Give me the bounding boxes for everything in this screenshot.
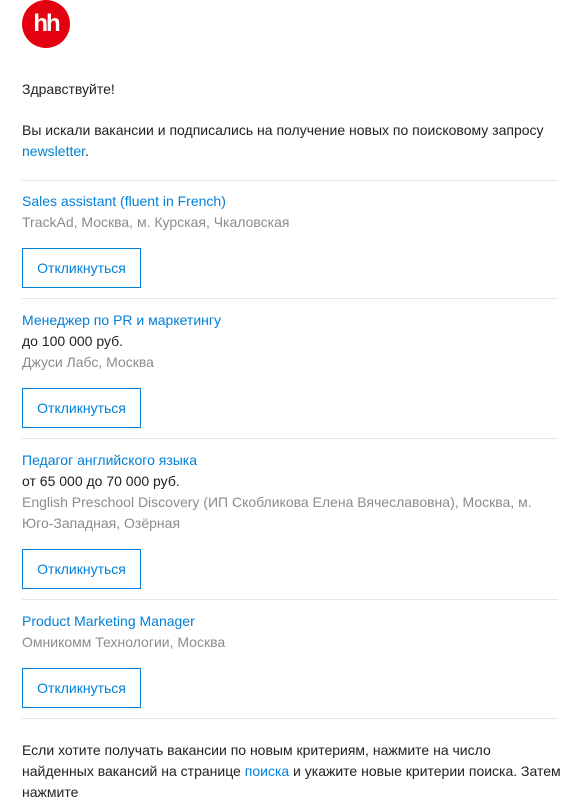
vacancy-salary: до 100 000 руб. [22,333,124,349]
vacancy-company: Джуси Лабс, Москва [22,354,154,370]
vacancy-item: Педагог английского языка от 65 000 до 7… [22,450,558,534]
divider [22,180,558,181]
divider [22,718,558,719]
respond-button[interactable]: Откликнуться [22,668,141,708]
intro-paragraph: Вы искали вакансии и подписались на полу… [22,120,552,162]
hh-logo[interactable]: hh [22,0,70,48]
vacancy-item: Product Marketing Manager Омникомм Техно… [22,611,558,653]
search-query-link[interactable]: newsletter [22,143,85,159]
divider [22,438,558,439]
divider [22,599,558,600]
search-page-link[interactable]: поиска [245,763,289,779]
respond-button[interactable]: Откликнуться [22,388,141,428]
vacancy-item: Менеджер по PR и маркетингу до 100 000 р… [22,310,558,373]
greeting-text: Здравствуйте! [22,81,115,97]
vacancy-company: English Preschool Discovery (ИП Скоблико… [22,494,532,531]
intro-text-end: . [85,143,89,159]
vacancy-title-link[interactable]: Педагог английского языка [22,450,558,471]
intro-text: Вы искали вакансии и подписались на полу… [22,122,544,138]
respond-button[interactable]: Откликнуться [22,248,141,288]
vacancy-item: Sales assistant (fluent in French) Track… [22,191,558,233]
vacancy-company: Омникомм Технологии, Москва [22,634,226,650]
vacancy-salary: от 65 000 до 70 000 руб. [22,473,180,489]
vacancy-title-link[interactable]: Product Marketing Manager [22,611,558,632]
vacancy-title-link[interactable]: Sales assistant (fluent in French) [22,191,558,212]
divider [22,298,558,299]
respond-button[interactable]: Откликнуться [22,549,141,589]
footer-paragraph: Если хотите получать вакансии по новым к… [22,740,562,803]
vacancy-company: TrackAd, Москва, м. Курская, Чкаловская [22,214,290,230]
vacancy-title-link[interactable]: Менеджер по PR и маркетингу [22,310,558,331]
